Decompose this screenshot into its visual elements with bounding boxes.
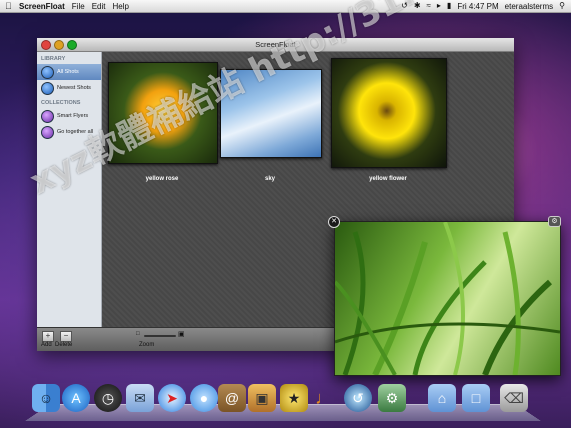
window-title: ScreenFloat — [255, 40, 296, 49]
thumbnail-caption: sky — [264, 176, 275, 182]
time-machine-dock-icon[interactable]: ↺ — [344, 384, 372, 412]
iphoto-icon[interactable]: ▣ — [248, 384, 276, 412]
spotlight-icon[interactable]: ⚲ — [559, 2, 565, 10]
zoom-slider[interactable] — [144, 335, 176, 337]
documents-folder-icon[interactable]: □ — [462, 384, 490, 412]
close-float-button[interactable]: ✕ — [328, 216, 340, 228]
dashboard-icon[interactable]: ◷ — [94, 384, 122, 412]
zoom-out-icon: □ — [136, 331, 140, 337]
apple-menu-icon[interactable]:  — [5, 2, 13, 11]
menu-bar:  ScreenFloat File Edit Help ↺ ✱ ≈ ▸ ▮ F… — [0, 0, 571, 13]
app-store-icon[interactable]: A — [62, 384, 90, 412]
menu-edit[interactable]: Edit — [92, 2, 106, 11]
system-preferences-icon[interactable]: ⚙ — [378, 384, 406, 412]
add-button[interactable]: + — [42, 331, 54, 342]
sidebar-item-label: Go together all — [57, 129, 94, 135]
bluetooth-icon[interactable]: ✱ — [414, 2, 421, 10]
grass-image — [335, 222, 560, 375]
thumbnail-sky[interactable] — [220, 69, 322, 158]
zoom-label: Zoom — [139, 342, 155, 348]
minimize-window-icon[interactable] — [54, 40, 64, 50]
sidebar-item-smart-flyers[interactable]: Smart Flyers — [37, 108, 101, 124]
finder-icon[interactable]: ☺ — [32, 384, 60, 412]
collections-heading: COLLECTIONS — [41, 100, 81, 106]
thumbnail-caption: yellow rose — [145, 176, 179, 182]
sidebar-item-all-shots[interactable]: All Shots — [37, 64, 101, 80]
menu-user[interactable]: eteraalsterms — [505, 2, 553, 11]
sidebar-item-newest-shots[interactable]: Newest Shots — [37, 80, 101, 96]
smart-collection-icon — [41, 109, 54, 123]
safari-icon[interactable]: ➤ — [158, 384, 186, 412]
close-window-icon[interactable] — [41, 40, 51, 50]
menu-help[interactable]: Help — [112, 2, 128, 11]
delete-label: Delete — [55, 342, 73, 348]
sidebar: LIBRARY All Shots Newest Shots COLLECTIO… — [37, 52, 102, 327]
library-heading: LIBRARY — [41, 56, 66, 62]
menu-clock[interactable]: Fri 4:47 PM — [457, 2, 498, 11]
battery-icon[interactable]: ▮ — [447, 2, 451, 10]
volume-icon[interactable]: ▸ — [437, 2, 441, 10]
address-book-icon[interactable]: @ — [218, 384, 246, 412]
ichat-icon[interactable]: ● — [190, 384, 218, 412]
sidebar-item-label: Newest Shots — [57, 85, 91, 91]
collection-icon — [41, 125, 54, 139]
camera-icon — [41, 65, 54, 79]
sidebar-item-label: All Shots — [57, 69, 79, 75]
garageband-icon[interactable]: ♩ — [310, 384, 338, 412]
zoom-in-icon: ▣ — [178, 331, 185, 338]
sidebar-item-go-together[interactable]: Go together all — [37, 124, 101, 140]
thumbnail-yellow-rose[interactable] — [108, 62, 218, 164]
floating-screenshot-grass[interactable] — [334, 221, 561, 376]
sidebar-item-label: Smart Flyers — [57, 113, 89, 119]
delete-button[interactable]: − — [60, 331, 72, 342]
trash-icon[interactable]: ⌫ — [500, 384, 528, 412]
imovie-icon[interactable]: ★ — [280, 384, 308, 412]
time-machine-icon[interactable]: ↺ — [401, 2, 408, 10]
zoom-window-icon[interactable] — [67, 40, 77, 50]
applications-folder-icon[interactable]: ⌂ — [428, 384, 456, 412]
menu-file[interactable]: File — [72, 2, 85, 11]
thumbnail-yellow-flower[interactable] — [331, 58, 447, 168]
thumbnail-caption: yellow flower — [369, 176, 407, 182]
menu-app-name[interactable]: ScreenFloat — [19, 2, 65, 11]
clock-icon — [41, 81, 54, 95]
wifi-icon[interactable]: ≈ — [427, 2, 431, 10]
add-label: Add — [41, 342, 52, 348]
window-titlebar[interactable]: ScreenFloat — [37, 38, 514, 52]
mail-icon[interactable]: ✉ — [126, 384, 154, 412]
gear-icon[interactable]: ⚙ — [548, 216, 561, 227]
